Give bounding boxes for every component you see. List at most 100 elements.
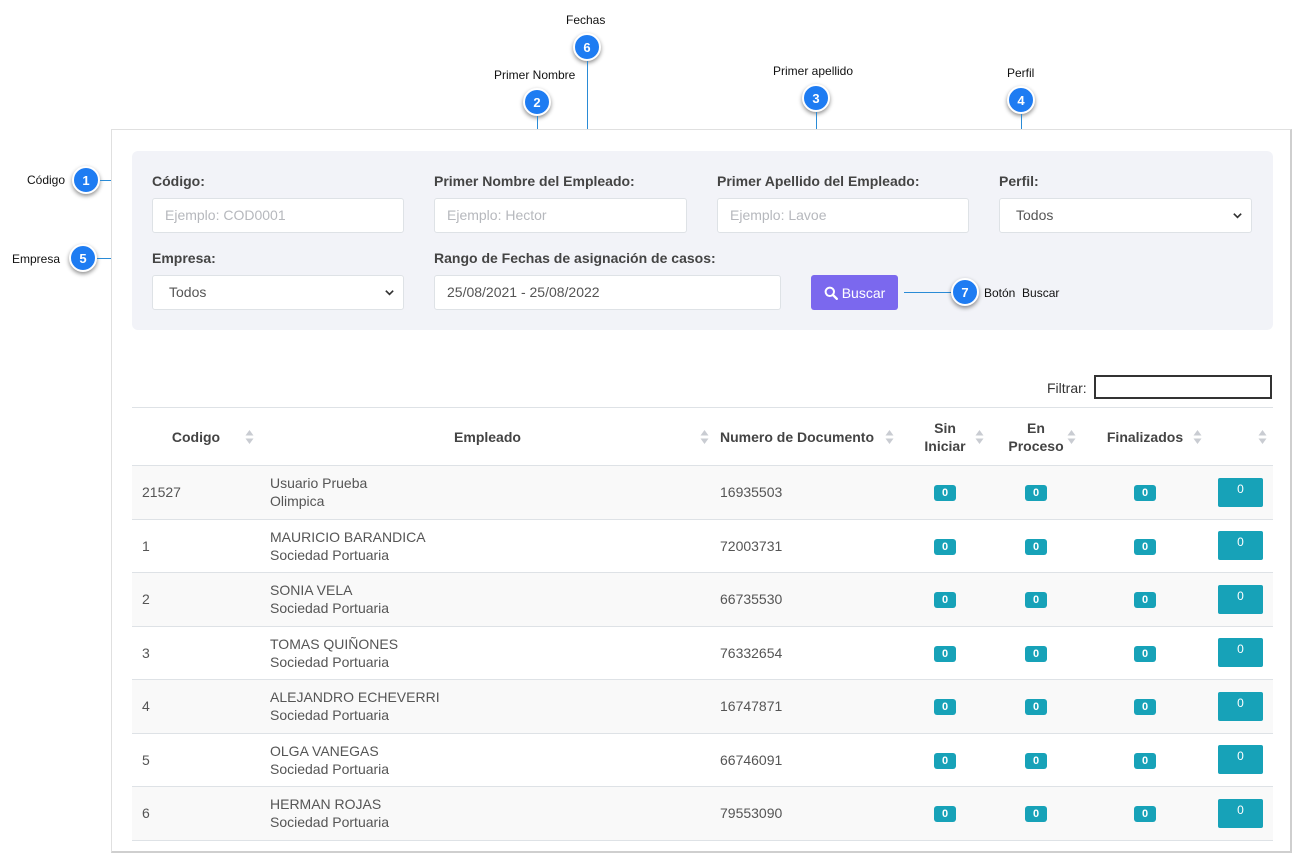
cell-documento: 76332654 — [715, 626, 900, 680]
cell-codigo: 5 — [132, 733, 260, 787]
cell-documento: 79553090 — [715, 786, 900, 841]
col-header-acciones[interactable] — [1208, 407, 1273, 466]
empresa-select[interactable]: Todos — [152, 275, 404, 310]
finalizados-count[interactable]: 0 — [1133, 592, 1157, 609]
en-proceso-count[interactable]: 0 — [1024, 699, 1048, 716]
en-proceso-count[interactable]: 0 — [1024, 645, 1048, 662]
table-row: 21527 Usuario Prueba Olimpica 16935503 0 … — [132, 465, 1273, 520]
filter-box: Código: Ejemplo: COD0001 Primer Nombre d… — [132, 151, 1273, 330]
sort-icon — [1193, 430, 1202, 444]
empleado-empresa: Sociedad Portuaria — [270, 707, 390, 724]
finalizados-count[interactable]: 0 — [1133, 538, 1157, 555]
chevron-down-icon — [1233, 213, 1242, 219]
sort-icon — [975, 430, 984, 444]
codigo-input[interactable]: Ejemplo: COD0001 — [152, 198, 404, 233]
empleado-nombre: OLGA VANEGAS — [270, 742, 379, 759]
en-proceso-count[interactable]: 0 — [1024, 806, 1048, 823]
apellido-label: Primer Apellido del Empleado: — [717, 173, 920, 189]
cell-documento: 16935503 — [715, 465, 900, 520]
cell-codigo: 2 — [132, 572, 260, 627]
en-proceso-count[interactable]: 0 — [1024, 538, 1048, 555]
buscar-button[interactable]: Buscar — [811, 275, 898, 310]
finalizados-count[interactable]: 0 — [1133, 645, 1157, 662]
table-row: 1 MAURICIO BARANDICA Sociedad Portuaria 7… — [132, 519, 1273, 573]
cell-empleado: TOMAS QUIÑONES Sociedad Portuaria — [260, 626, 715, 680]
col-header-empleado[interactable]: Empleado — [260, 407, 715, 466]
empleado-empresa: Sociedad Portuaria — [270, 546, 390, 563]
callout-label-primer-nombre: Primer Nombre — [494, 68, 576, 82]
cell-documento: 66746091 — [715, 733, 900, 787]
table-row: 3 TOMAS QUIÑONES Sociedad Portuaria 76332… — [132, 626, 1273, 680]
finalizados-count[interactable]: 0 — [1133, 699, 1157, 716]
callout-label-perfil: Perfil — [1007, 66, 1035, 80]
nombre-label: Primer Nombre del Empleado: — [434, 173, 635, 189]
filtrar-input[interactable] — [1094, 375, 1272, 399]
col-header-sin-iniciar[interactable]: Sin Iniciar — [900, 407, 990, 466]
cell-empleado: SONIA VELA Sociedad Portuaria — [260, 572, 715, 627]
fechas-input[interactable]: 25/08/2021 - 25/08/2022 — [434, 275, 781, 310]
cell-codigo: 21527 — [132, 465, 260, 520]
main-panel: Código: Ejemplo: COD0001 Primer Nombre d… — [111, 129, 1292, 853]
total-button[interactable]: 0 — [1218, 584, 1263, 614]
sin-iniciar-count[interactable]: 0 — [933, 645, 957, 662]
cell-codigo: 1 — [132, 519, 260, 573]
sort-icon — [885, 430, 894, 444]
sort-icon — [1258, 430, 1267, 444]
empleado-nombre: MAURICIO BARANDICA — [270, 528, 426, 545]
apellido-input[interactable]: Ejemplo: Lavoe — [717, 198, 969, 233]
nombre-input[interactable]: Ejemplo: Hector — [434, 198, 687, 233]
total-button[interactable]: 0 — [1218, 798, 1263, 828]
sin-iniciar-count[interactable]: 0 — [933, 699, 957, 716]
empleado-empresa: Sociedad Portuaria — [270, 814, 390, 831]
finalizados-count[interactable]: 0 — [1133, 806, 1157, 823]
perfil-select-value: Todos — [1016, 207, 1054, 223]
sin-iniciar-count[interactable]: 0 — [933, 538, 957, 555]
perfil-select[interactable]: Todos — [999, 198, 1252, 233]
total-button[interactable]: 0 — [1218, 477, 1263, 507]
chevron-down-icon — [385, 290, 394, 296]
empleado-nombre: SONIA VELA — [270, 582, 353, 599]
callout-label-buscar: Botón Buscar — [984, 286, 1060, 300]
cell-codigo: 3 — [132, 626, 260, 680]
cell-documento: 66735530 — [715, 572, 900, 627]
finalizados-count[interactable]: 0 — [1133, 752, 1157, 769]
cell-codigo: 4 — [132, 679, 260, 734]
total-button[interactable]: 0 — [1218, 531, 1263, 561]
cell-empleado: OLGA VANEGAS Sociedad Portuaria — [260, 733, 715, 787]
empresa-select-value: Todos — [169, 284, 207, 300]
table-row: 4 ALEJANDRO ECHEVERRI Sociedad Portuaria … — [132, 679, 1273, 734]
callout-badge-3: 3 — [802, 84, 830, 112]
buscar-button-label: Buscar — [841, 284, 886, 301]
empleado-nombre: TOMAS QUIÑONES — [270, 635, 399, 652]
perfil-label: Perfil: — [999, 173, 1039, 189]
table-row: 5 OLGA VANEGAS Sociedad Portuaria 6674609… — [132, 733, 1273, 787]
filtrar-label: Filtrar: — [1047, 380, 1087, 396]
cell-documento: 72003731 — [715, 519, 900, 573]
cell-empleado: ALEJANDRO ECHEVERRI Sociedad Portuaria — [260, 679, 715, 734]
col-header-documento[interactable]: Numero de Documento — [715, 407, 900, 466]
callout-line-7 — [904, 292, 952, 293]
total-button[interactable]: 0 — [1218, 745, 1263, 775]
callout-badge-2: 2 — [523, 88, 551, 116]
col-header-en-proceso[interactable]: En Proceso — [990, 407, 1082, 466]
col-header-finalizados[interactable]: Finalizados — [1082, 407, 1208, 466]
cell-codigo: 6 — [132, 786, 260, 841]
sin-iniciar-count[interactable]: 0 — [933, 485, 957, 502]
search-icon — [824, 286, 838, 300]
en-proceso-count[interactable]: 0 — [1024, 592, 1048, 609]
total-button[interactable]: 0 — [1218, 691, 1263, 721]
empresa-label: Empresa: — [152, 250, 216, 266]
en-proceso-count[interactable]: 0 — [1024, 485, 1048, 502]
finalizados-count[interactable]: 0 — [1133, 485, 1157, 502]
sin-iniciar-count[interactable]: 0 — [933, 806, 957, 823]
callout-badge-6: 6 — [573, 33, 601, 61]
codigo-label: Código: — [152, 173, 205, 189]
empleado-empresa: Sociedad Portuaria — [270, 600, 390, 617]
en-proceso-count[interactable]: 0 — [1024, 752, 1048, 769]
sin-iniciar-count[interactable]: 0 — [933, 752, 957, 769]
callout-label-primer-apellido: Primer apellido — [773, 64, 854, 78]
col-header-codigo[interactable]: Codigo — [132, 407, 260, 466]
sin-iniciar-count[interactable]: 0 — [933, 592, 957, 609]
cell-empleado: Usuario Prueba Olimpica — [260, 465, 715, 520]
total-button[interactable]: 0 — [1218, 638, 1263, 668]
